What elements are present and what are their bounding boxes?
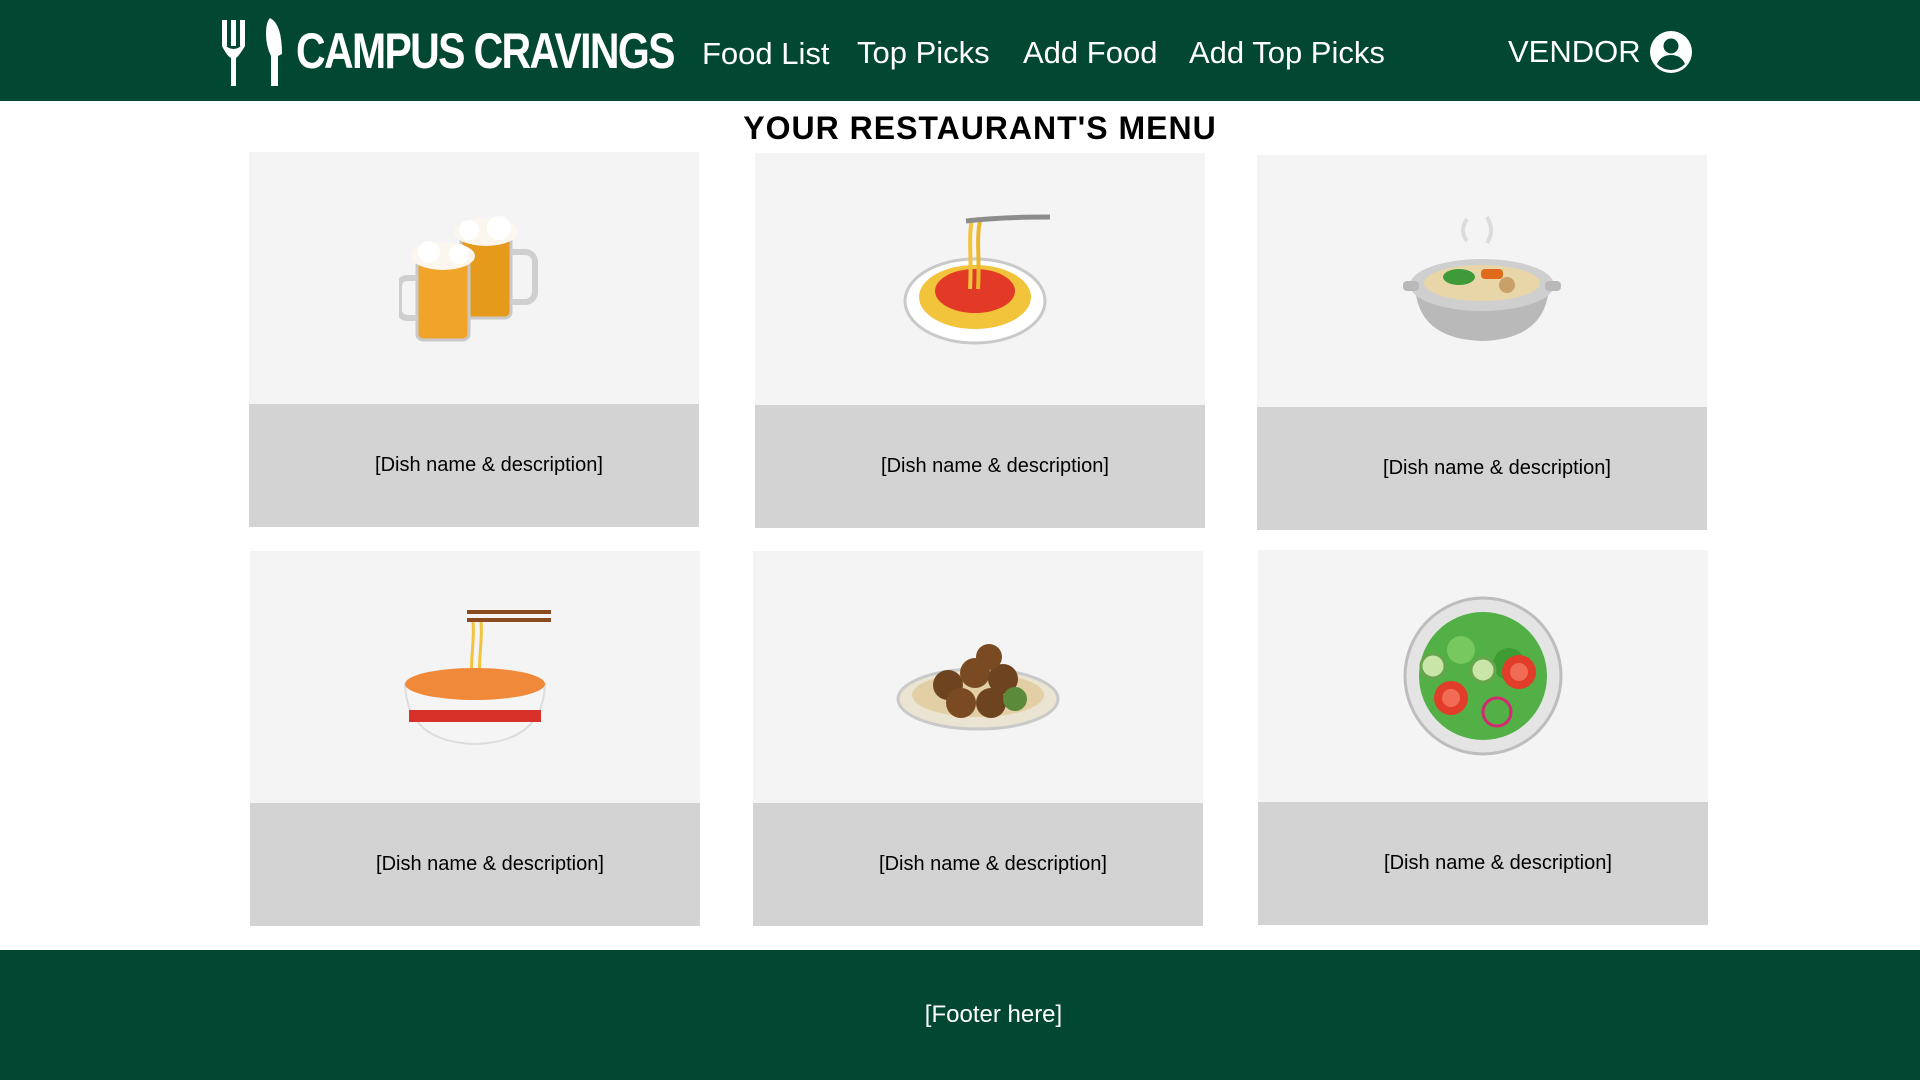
menu-card[interactable]: [Dish name & description] [753,551,1203,926]
fork-knife-icon [222,18,282,86]
stew-pot-icon [1403,216,1561,341]
dish-image [249,152,699,404]
ramen-bowl-icon [403,610,551,746]
dish-image [1258,550,1708,802]
nav-add-top-picks[interactable]: Add Top Picks [1189,35,1385,71]
menu-card[interactable]: [Dish name & description] [1258,550,1708,925]
user-circle-icon [1649,31,1692,73]
footer-text: [Footer here] [924,1001,1063,1028]
dish-image [250,551,700,803]
nav-top-picks[interactable]: Top Picks [857,35,990,71]
vendor-label: VENDOR [1508,34,1641,69]
green-salad-icon [1403,596,1563,756]
beer-mugs-icon [399,216,538,342]
dish-caption: [Dish name & description] [1257,407,1707,530]
menu-card[interactable]: [Dish name & description] [1257,155,1707,530]
dish-image [753,551,1203,803]
nav-add-food[interactable]: Add Food [1023,35,1157,71]
brand-logo[interactable]: CAMPUS CRAVINGS [222,16,757,86]
falafel-icon [896,644,1060,731]
dish-caption: [Dish name & description] [250,803,700,926]
dish-caption: [Dish name & description] [1258,802,1708,925]
menu-card[interactable]: [Dish name & description] [755,153,1205,528]
nav-food-list[interactable]: Food List [702,36,830,72]
dish-caption: [Dish name & description] [249,404,699,527]
page-footer: [Footer here] [0,950,1920,1080]
vendor-account-button[interactable]: VENDOR [1508,30,1693,74]
dish-caption: [Dish name & description] [755,405,1205,528]
spaghetti-icon [903,214,1051,345]
brand-name: CAMPUS CRAVINGS [296,23,675,79]
dish-image [1257,155,1707,407]
dish-image [755,153,1205,405]
page-title: YOUR RESTAURANT'S MENU [743,110,1217,146]
menu-card[interactable]: [Dish name & description] [249,152,699,527]
top-navbar: CAMPUS CRAVINGS Food List Top Picks Add … [0,0,1920,101]
dish-caption: [Dish name & description] [753,803,1203,926]
menu-card[interactable]: [Dish name & description] [250,551,700,926]
